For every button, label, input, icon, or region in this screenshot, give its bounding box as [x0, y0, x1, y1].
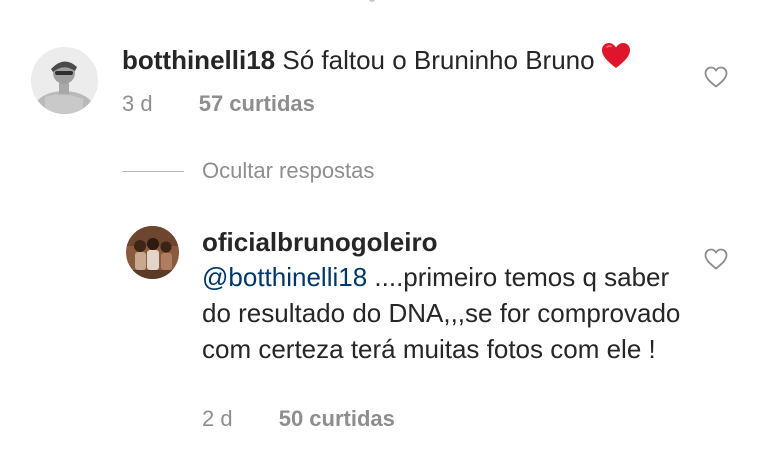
- hide-replies-label: Ocultar respostas: [202, 158, 375, 183]
- avatar[interactable]: [31, 47, 98, 114]
- reply-text: @botthinelli18 ....primeiro temos q sabe…: [202, 259, 702, 367]
- reply-age[interactable]: 2 d: [202, 406, 233, 431]
- reply-likes-count[interactable]: 50 curtidas: [279, 406, 395, 431]
- comment-body: Só faltou o Bruninho Bruno: [282, 45, 595, 75]
- reply-avatar-photo: [126, 226, 179, 279]
- reply-username[interactable]: oficialbrunogoleiro: [202, 226, 437, 258]
- comment-likes-count[interactable]: 57 curtidas: [199, 91, 315, 116]
- comment-username[interactable]: botthinelli18: [122, 45, 275, 75]
- reply-mention-link[interactable]: @botthinelli18: [202, 262, 367, 292]
- replies-divider-line: [122, 171, 184, 172]
- reply-avatar[interactable]: [126, 226, 179, 279]
- comment: botthinelli18 Só faltou o Bruninho Bruno…: [0, 0, 768, 140]
- comment-meta: 3 d 57 curtidas: [122, 91, 315, 117]
- comment-text: botthinelli18 Só faltou o Bruninho Bruno: [122, 42, 631, 76]
- heart-outline-icon[interactable]: [704, 66, 728, 88]
- reply-meta: 2 d 50 curtidas: [202, 406, 395, 432]
- avatar-photo: [31, 47, 98, 114]
- red-heart-emoji: [601, 42, 631, 76]
- comment-age[interactable]: 3 d: [122, 91, 153, 116]
- heart-outline-icon[interactable]: [704, 248, 728, 270]
